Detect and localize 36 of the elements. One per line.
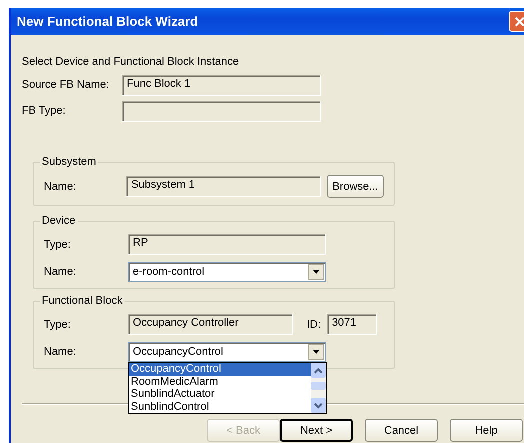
caret-icon	[312, 350, 320, 354]
section-heading: Select Device and Functional Block Instance	[22, 56, 240, 70]
field-label: Name:	[44, 266, 78, 278]
wizard-button[interactable]: Cancel	[365, 419, 438, 442]
close-button[interactable]	[509, 11, 524, 32]
group-title: Functional Block	[40, 295, 125, 307]
field-label: Type:	[44, 238, 72, 250]
readonly-field: RP	[128, 234, 326, 255]
readonly-field: Occupancy Controller	[128, 314, 293, 335]
group-title: Subsystem	[40, 156, 98, 168]
field-label: ID:	[307, 318, 322, 330]
chevron-up-icon	[314, 368, 323, 374]
dropdown-option[interactable]: RoomMedicAlarm	[129, 376, 311, 388]
device-dropdown[interactable]: e-room-control	[128, 262, 326, 282]
readonly-field: Func Block 1	[122, 74, 321, 96]
field-label: Name:	[44, 180, 78, 192]
wizard-button[interactable]: Next >	[280, 419, 353, 442]
browse-button[interactable]: Browse...	[327, 175, 384, 198]
dropdown-option[interactable]: SunblindControl	[129, 400, 311, 413]
dropdown-option[interactable]: SunblindActuator	[129, 388, 311, 400]
close-icon	[514, 16, 524, 26]
field-label: Name:	[44, 346, 78, 358]
wizard-button[interactable]: Help	[450, 419, 523, 442]
window-title: New Functional Block Wizard	[17, 14, 198, 29]
dropdown-option[interactable]: OccupancyControl	[129, 363, 311, 376]
scrollbar-thumb[interactable]	[311, 382, 326, 390]
readonly-field: Subsystem 1	[126, 176, 322, 197]
caret-icon	[312, 270, 320, 274]
field-label: Type:	[44, 318, 72, 330]
field-label: Source FB Name:	[22, 79, 110, 91]
scrollbar[interactable]	[311, 363, 326, 413]
readonly-field: 3071	[327, 314, 378, 335]
group-title: Device	[40, 215, 78, 227]
chevron-down-icon	[314, 402, 323, 408]
block-dropdown[interactable]: OccupancyControl	[128, 342, 326, 362]
field-label: FB Type:	[22, 105, 67, 117]
